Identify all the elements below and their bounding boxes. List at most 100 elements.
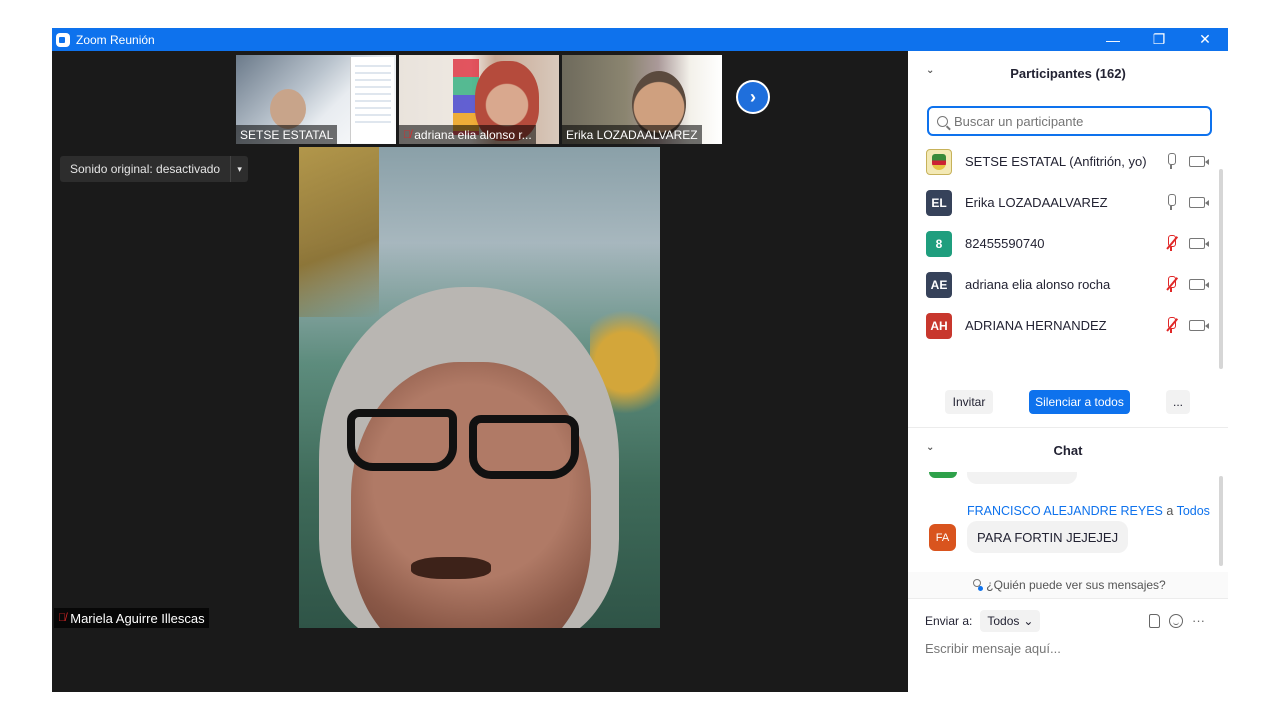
participant-row[interactable]: 8 82455590740 [908, 223, 1228, 264]
more-icon[interactable]: ··· [1192, 613, 1205, 628]
active-speaker-name-tag: 🎙̸ Mariela Aguirre Illescas [54, 608, 209, 628]
speaker-face [351, 362, 591, 628]
chat-title: Chat [1053, 442, 1083, 458]
chat-messages: FRANCISCO ALEJANDRE REYES a Todos FA PAR… [908, 472, 1228, 572]
participants-header: ⌄ Participantes (162) [908, 51, 1228, 95]
participant-list: SETSE ESTATAL (Anfitrión, yo) EL Erika L… [908, 141, 1228, 347]
restore-button[interactable]: ❐ [1136, 28, 1182, 51]
more-options-button[interactable]: ... [1166, 390, 1190, 414]
avatar: AH [926, 312, 952, 339]
participant-status-icons [1165, 317, 1209, 333]
avatar [929, 472, 957, 478]
shared-document-preview [350, 57, 394, 143]
search-icon [937, 115, 948, 127]
camera-icon[interactable] [1189, 319, 1209, 331]
side-panel: ⌄ Participantes (162) SETSE ESTATAL (Anf… [908, 51, 1228, 692]
mic-muted-icon[interactable] [1165, 317, 1178, 333]
participants-scrollbar[interactable] [1219, 169, 1223, 369]
participant-status-icons [1165, 235, 1209, 251]
thumbnail-name: SETSE ESTATAL [240, 127, 334, 142]
zoom-logo-icon [56, 32, 70, 47]
mic-muted-icon: 🎙̸ [403, 128, 412, 141]
mic-muted-icon[interactable] [1165, 276, 1178, 292]
video-area: SETSE ESTATAL 🎙̸ adriana elia alonso r..… [52, 51, 908, 692]
participant-name: adriana elia alonso rocha [965, 277, 1111, 292]
speaker-glasses [469, 415, 579, 479]
send-to-label: Enviar a: [925, 614, 973, 628]
host-logo-avatar [926, 148, 952, 175]
file-icon[interactable] [1149, 613, 1160, 628]
participant-video [270, 89, 306, 129]
avatar: EL [926, 189, 952, 216]
participant-name: ADRIANA HERNANDEZ [965, 318, 1107, 333]
mic-icon[interactable] [1165, 153, 1177, 169]
send-to-row: Enviar a: Todos ⌄ [925, 610, 1041, 632]
camera-icon[interactable] [1189, 196, 1209, 208]
message-input[interactable]: Escribir mensaje aquí... [925, 641, 1061, 656]
mic-muted-icon: 🎙̸ [58, 612, 67, 624]
video-thumbnail[interactable]: SETSE ESTATAL [236, 55, 396, 144]
participant-search[interactable] [927, 106, 1212, 136]
participant-row[interactable]: AH ADRIANA HERNANDEZ [908, 305, 1228, 346]
chevron-down-icon[interactable]: ▾ [230, 156, 249, 182]
camera-icon[interactable] [1189, 237, 1209, 249]
message-privacy-link[interactable]: ¿Quién puede ver sus mensajes? [908, 572, 1228, 598]
invite-button[interactable]: Invitar [945, 390, 993, 414]
participant-row[interactable]: SETSE ESTATAL (Anfitrión, yo) [908, 141, 1228, 182]
title-bar: Zoom Reunión — ❐ ✕ [52, 28, 1228, 51]
close-button[interactable]: ✕ [1182, 28, 1228, 51]
participant-status-icons [1165, 276, 1209, 292]
message-bubble: PARA FORTIN JEJEJEJ [967, 521, 1129, 553]
recipient-value: Todos [987, 614, 1020, 628]
participant-actions: Invitar Silenciar a todos ... [908, 390, 1228, 414]
participant-status-icons [1165, 194, 1209, 210]
chat-scrollbar[interactable] [1219, 476, 1223, 566]
active-speaker-name: Mariela Aguirre Illescas [70, 610, 205, 626]
collapse-chevron-icon[interactable]: ⌄ [926, 65, 934, 76]
minimize-button[interactable]: — [1090, 28, 1136, 51]
window-title: Zoom Reunión [76, 32, 155, 47]
original-sound-button[interactable]: Sonido original: desactivado [60, 156, 231, 182]
mic-muted-icon[interactable] [1165, 235, 1178, 251]
chevron-right-icon: › [750, 86, 756, 107]
video-thumbnail[interactable]: 🎙̸ adriana elia alonso r... [399, 55, 559, 144]
participants-title: Participantes (162) [1010, 65, 1126, 81]
thumbnail-name: adriana elia alonso r... [414, 127, 532, 142]
mic-icon[interactable] [1165, 194, 1177, 210]
emoji-icon[interactable] [1169, 613, 1183, 628]
chat-tools: ··· [1149, 613, 1205, 628]
participant-name: SETSE ESTATAL (Anfitrión, yo) [965, 154, 1147, 169]
message-meta: FRANCISCO ALEJANDRE REYES a Todos [967, 504, 1210, 518]
message-recipient[interactable]: Todos [1177, 504, 1210, 518]
next-page-button[interactable]: › [736, 80, 770, 114]
avatar: AE [926, 271, 952, 298]
mute-all-button[interactable]: Silenciar a todos [1029, 390, 1130, 414]
speaker-glasses [347, 409, 457, 471]
camera-icon[interactable] [1189, 155, 1209, 167]
message-sender[interactable]: FRANCISCO ALEJANDRE REYES [967, 504, 1163, 518]
participant-row[interactable]: EL Erika LOZADAALVAREZ [908, 182, 1228, 223]
message-connector: a [1166, 504, 1174, 518]
thumbnail-name-tag: SETSE ESTATAL [236, 125, 338, 144]
thumbnail-strip: SETSE ESTATAL 🎙̸ adriana elia alonso r..… [236, 55, 722, 144]
thumbnail-name-tag: 🎙̸ adriana elia alonso r... [399, 125, 536, 144]
participant-status-icons [1165, 153, 1209, 169]
privacy-text: ¿Quién puede ver sus mensajes? [986, 578, 1166, 592]
video-thumbnail[interactable]: Erika LOZADAALVAREZ [562, 55, 722, 144]
window-controls: — ❐ ✕ [1090, 28, 1228, 51]
chat-header: ⌄ Chat [908, 428, 1228, 472]
person-privacy-icon [970, 579, 984, 591]
thumbnail-name: Erika LOZADAALVAREZ [566, 127, 698, 142]
thumbnail-name-tag: Erika LOZADAALVAREZ [562, 125, 702, 144]
original-sound-control: Sonido original: desactivado ▾ [60, 156, 249, 182]
background-bananas [299, 147, 379, 317]
avatar: FA [929, 524, 956, 551]
recipient-dropdown[interactable]: Todos ⌄ [980, 610, 1041, 632]
search-input[interactable] [954, 113, 1194, 129]
camera-icon[interactable] [1189, 278, 1209, 290]
active-speaker-video [299, 147, 660, 628]
participant-row[interactable]: AE adriana elia alonso rocha [908, 264, 1228, 305]
collapse-chevron-icon[interactable]: ⌄ [926, 442, 934, 453]
section-divider [908, 598, 1228, 599]
avatar: 8 [926, 230, 952, 257]
